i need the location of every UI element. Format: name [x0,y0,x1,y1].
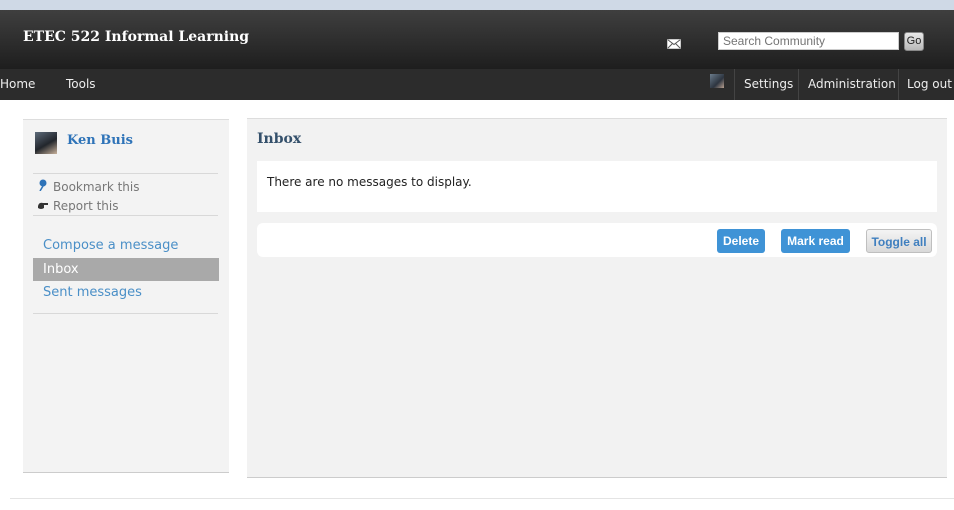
mark-read-button[interactable]: Mark read [781,229,850,253]
pushpin-icon [37,179,49,194]
site-header: ETEC 522 Informal Learning Go [0,10,954,69]
report-hand-icon [37,199,49,213]
owner-avatar[interactable] [35,132,57,154]
page-title: Inbox [257,131,302,147]
bookmark-this-link[interactable]: Bookmark this [37,179,140,194]
top-accent-strip [0,0,954,10]
main-navigation: Home Tools Settings Administration Log o… [0,69,954,100]
nav-separator [898,69,899,100]
nav-tools[interactable]: Tools [66,69,96,100]
envelope-icon[interactable] [667,39,681,49]
compose-message-link[interactable]: Compose a message [33,234,219,257]
message-actions-bar: Delete Mark read Toggle all [257,223,937,257]
footer-divider [10,498,954,499]
nav-separator [734,69,735,100]
search-input[interactable] [718,32,899,50]
nav-home[interactable]: Home [0,69,35,100]
owner-name-link[interactable]: Ken Buis [67,133,133,148]
delete-button[interactable]: Delete [717,229,765,253]
bookmark-this-label: Bookmark this [53,180,140,194]
nav-log-out[interactable]: Log out [907,69,952,100]
inbox-link[interactable]: Inbox [33,258,219,281]
report-this-label: Report this [53,199,119,213]
sidebar-divider [33,215,218,216]
empty-state-text: There are no messages to display. [267,175,472,189]
sidebar-divider [33,313,218,314]
sidebar-divider [33,173,218,174]
site-title[interactable]: ETEC 522 Informal Learning [23,29,249,45]
nav-administration[interactable]: Administration [808,69,896,100]
user-avatar-icon[interactable] [710,74,724,88]
sent-messages-link[interactable]: Sent messages [33,281,219,304]
sidebar: Ken Buis Bookmark this Report this Compo… [23,119,229,473]
toggle-all-button[interactable]: Toggle all [866,229,932,253]
message-list: There are no messages to display. [257,161,937,212]
search-go-button[interactable]: Go [904,32,924,51]
messages-panel: Inbox There are no messages to display. … [247,118,947,478]
nav-settings[interactable]: Settings [744,69,793,100]
report-this-link[interactable]: Report this [37,199,119,213]
nav-separator [798,69,799,100]
